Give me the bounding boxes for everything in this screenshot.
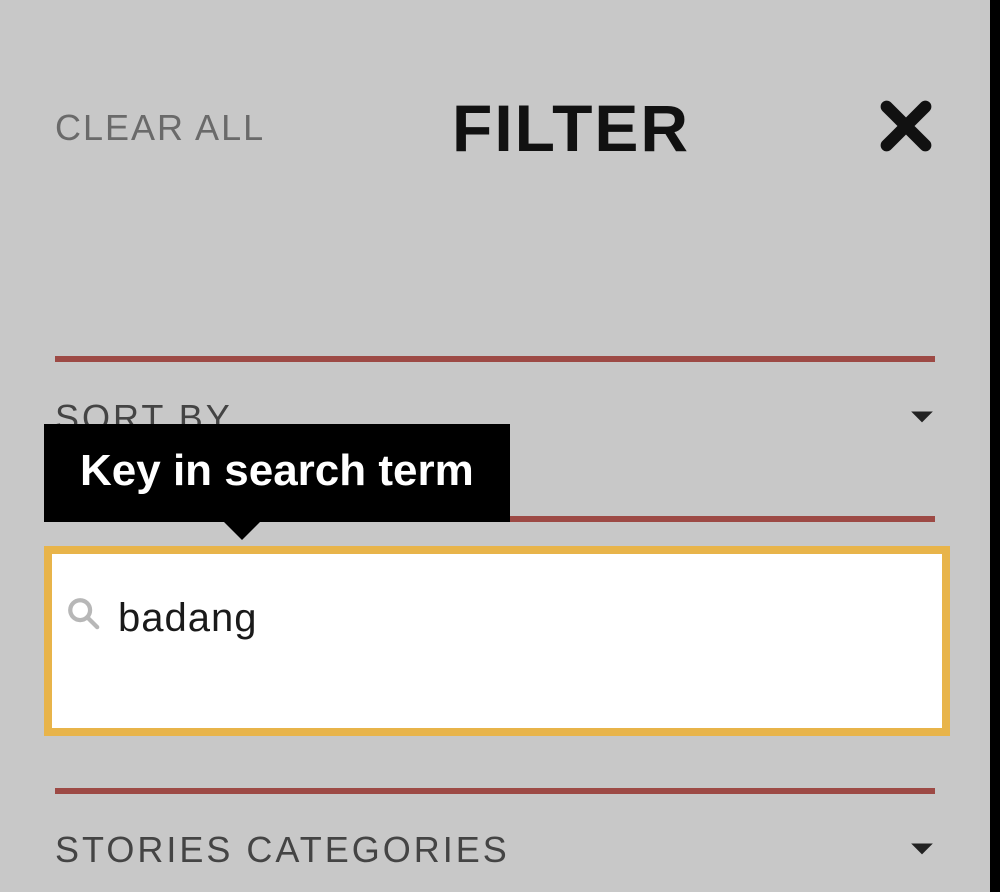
stories-categories-section: STORIES CATEGORIES	[55, 788, 935, 892]
stories-categories-label: STORIES CATEGORIES	[55, 829, 510, 871]
search-field-container[interactable]	[44, 546, 950, 736]
search-tooltip: Key in search term	[44, 424, 510, 522]
search-input[interactable]	[118, 596, 898, 641]
close-icon	[877, 97, 935, 160]
chevron-down-icon	[909, 409, 935, 427]
panel-title: FILTER	[452, 90, 690, 166]
search-inner	[52, 554, 942, 641]
tooltip-text: Key in search term	[80, 446, 474, 495]
close-button[interactable]	[877, 97, 935, 160]
search-icon	[66, 596, 100, 630]
filter-header: CLEAR ALL FILTER	[0, 0, 990, 166]
stories-categories-toggle[interactable]: STORIES CATEGORIES	[55, 794, 935, 892]
filter-panel: CLEAR ALL FILTER SORT BY Key in search t…	[0, 0, 990, 892]
scrollbar[interactable]	[990, 0, 1000, 892]
chevron-down-icon	[909, 841, 935, 859]
tooltip-arrow-icon	[224, 522, 260, 540]
clear-all-button[interactable]: CLEAR ALL	[55, 107, 265, 149]
